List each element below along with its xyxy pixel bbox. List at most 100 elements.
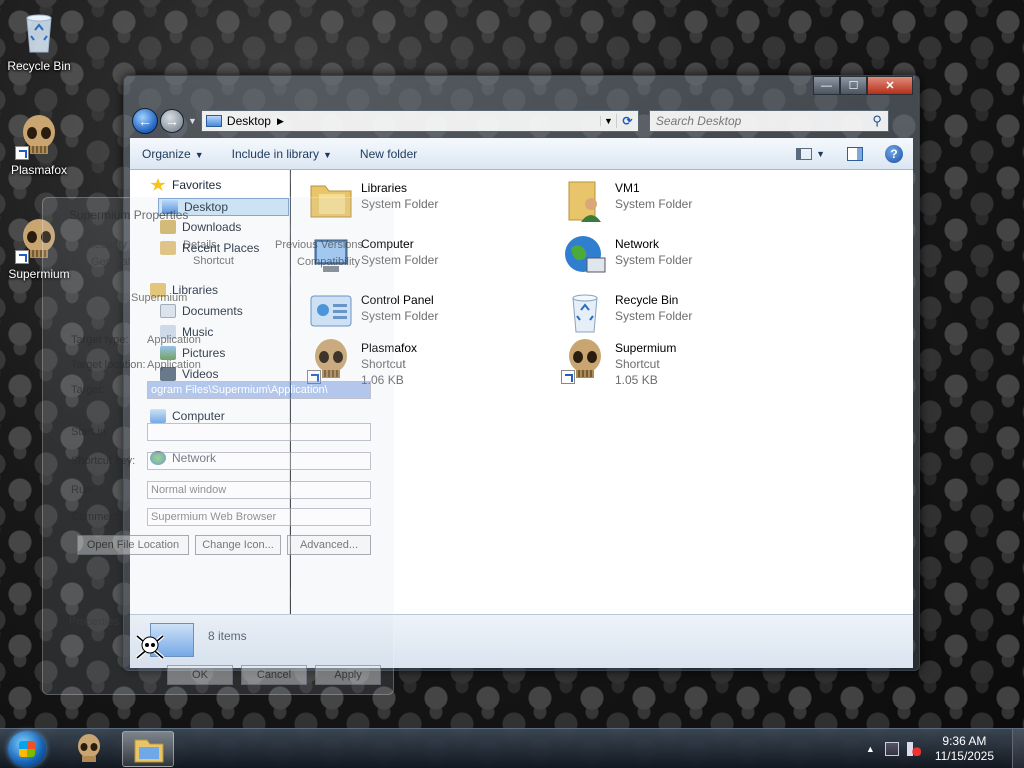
- search-placeholder: Search Desktop: [655, 114, 742, 128]
- item-type: System Folder: [615, 197, 693, 211]
- include-in-library-label: Include in library: [231, 146, 319, 161]
- list-item-supermium[interactable]: Supermium Shortcut 1.05 KB: [561, 336, 811, 388]
- label-target-type: Target type:: [71, 334, 129, 346]
- item-type: System Folder: [615, 309, 693, 323]
- apply-button[interactable]: Apply: [315, 665, 381, 685]
- clock-time: 9:36 AM: [942, 734, 987, 748]
- breadcrumb-chevron-icon[interactable]: ▶: [277, 116, 284, 127]
- system-tray: ▲ 9:36 AM 11/15/2025: [866, 729, 1024, 768]
- app-name: Supermium: [131, 292, 188, 304]
- help-icon[interactable]: ?: [885, 144, 903, 163]
- recent-pages-dropdown-icon[interactable]: ▼: [188, 116, 197, 126]
- recycle-bin-icon: [15, 8, 63, 56]
- open-file-location-button[interactable]: Open File Location: [77, 535, 189, 555]
- desktop-icon-recycle-bin[interactable]: Recycle Bin: [1, 8, 77, 73]
- list-item-network[interactable]: Network System Folder: [561, 232, 811, 280]
- item-name: Recycle Bin: [615, 293, 679, 307]
- new-folder-button[interactable]: New folder: [360, 147, 417, 161]
- view-options-dropdown-icon[interactable]: ▼: [816, 149, 825, 159]
- refresh-icon[interactable]: ⟳: [615, 114, 638, 128]
- search-icon[interactable]: ⚲: [872, 113, 882, 129]
- skull-icon: [561, 336, 609, 384]
- skull-icon: [15, 112, 63, 160]
- organize-button[interactable]: Organize ▼: [142, 147, 204, 161]
- shortcut-arrow-icon: [561, 370, 575, 384]
- label-target: Target:: [71, 384, 105, 396]
- network-icon: [561, 232, 609, 280]
- label-shortcut-key: Shortcut key:: [71, 455, 136, 467]
- value-target-location: Application: [147, 359, 201, 371]
- start-button[interactable]: [8, 731, 46, 767]
- chevron-down-icon: ▼: [194, 149, 204, 160]
- label-start-in: Start in:: [71, 426, 109, 438]
- search-input[interactable]: Search Desktop ⚲: [648, 110, 889, 132]
- tab-security[interactable]: Security: [87, 239, 127, 251]
- ok-button[interactable]: OK: [167, 665, 233, 685]
- properties-dialog[interactable]: Supermium Properties Security Details Pr…: [42, 197, 394, 695]
- change-icon-button[interactable]: Change Icon...: [195, 535, 281, 555]
- tab-shortcut[interactable]: Shortcut: [193, 255, 234, 267]
- desktop-icon-label: Plasmafox: [10, 163, 68, 177]
- desktop-icon-label: Recycle Bin: [7, 59, 71, 73]
- shortcut-key-field[interactable]: [147, 452, 371, 470]
- dialog-title: Supermium Properties: [69, 208, 189, 222]
- nav-label: Favorites: [172, 178, 222, 192]
- navigation-bar: ← → ▼ Desktop ▶ ▼ ⟳ Search Desktop ⚲: [132, 106, 911, 136]
- back-arrow-icon[interactable]: ←: [132, 108, 158, 134]
- include-in-library-button[interactable]: Include in library ▼: [232, 147, 332, 161]
- minimize-button[interactable]: —: [813, 76, 840, 95]
- list-item-recycle-bin[interactable]: Recycle Bin System Folder: [561, 288, 811, 336]
- address-dropdown-icon[interactable]: ▼: [599, 116, 616, 126]
- action-center-flag-icon[interactable]: [884, 742, 899, 756]
- chevron-down-icon: ▼: [323, 149, 332, 160]
- preview-pane-icon[interactable]: [847, 146, 863, 161]
- shortcut-arrow-icon: [15, 250, 29, 264]
- item-name: Network: [615, 237, 660, 251]
- item-name: VM1: [615, 181, 640, 195]
- item-size: 1.05 KB: [615, 373, 658, 387]
- comment-field[interactable]: Supermium Web Browser: [147, 508, 371, 526]
- label-comment: Comment:: [71, 511, 122, 523]
- desktop-location-icon: [205, 115, 222, 127]
- nav-favorites[interactable]: Favorites: [150, 178, 221, 192]
- target-field[interactable]: ogram Files\Supermium\Application\: [147, 381, 371, 399]
- start-in-field[interactable]: [147, 423, 371, 441]
- skull-crossbones-cursor-icon: [133, 630, 167, 664]
- taskbar-app-explorer[interactable]: [122, 731, 174, 767]
- shortcut-arrow-icon: [15, 146, 29, 160]
- address-bar[interactable]: Desktop ▶ ▼ ⟳: [200, 110, 639, 132]
- item-name: Libraries: [361, 181, 408, 195]
- item-type: System Folder: [615, 253, 693, 267]
- organize-label: Organize: [142, 146, 191, 161]
- value-target-type: Application: [147, 334, 201, 346]
- item-name: Supermium: [615, 341, 677, 355]
- breadcrumb-desktop[interactable]: Desktop: [227, 114, 271, 128]
- show-desktop-button[interactable]: [1012, 729, 1024, 768]
- volume-muted-icon[interactable]: [906, 742, 921, 756]
- tab-details[interactable]: Details: [183, 239, 217, 251]
- desktop-icon-plasmafox[interactable]: Plasmafox: [1, 112, 77, 177]
- run-select[interactable]: Normal window: [147, 481, 371, 499]
- user-folder-icon: [561, 176, 609, 224]
- taskbar: ▲ 9:36 AM 11/15/2025: [0, 728, 1024, 768]
- advanced-button[interactable]: Advanced...: [287, 535, 371, 555]
- clock[interactable]: 9:36 AM 11/15/2025: [935, 734, 994, 764]
- command-bar: Organize ▼ Include in library ▼ New folder…: [130, 138, 913, 170]
- label-run: Run:: [71, 484, 95, 496]
- maximize-button[interactable]: ☐: [840, 76, 867, 95]
- item-type: Shortcut: [615, 357, 660, 371]
- change-view-icon[interactable]: [796, 147, 813, 160]
- label-target-location: Target location:: [71, 359, 146, 371]
- tab-previous-versions[interactable]: Previous Versions: [275, 239, 363, 251]
- properties-overlay-label: Properties: [69, 616, 120, 628]
- tab-general[interactable]: General: [91, 256, 130, 268]
- forward-arrow-icon[interactable]: →: [160, 109, 184, 133]
- star-icon: [150, 178, 166, 191]
- show-hidden-icons-icon[interactable]: ▲: [866, 744, 875, 754]
- close-button[interactable]: ✕: [867, 76, 913, 95]
- tab-compatibility[interactable]: Compatibility: [297, 256, 360, 268]
- clock-date: 11/15/2025: [934, 749, 994, 763]
- cancel-button[interactable]: Cancel: [241, 665, 307, 685]
- taskbar-app-plasmafox[interactable]: [63, 731, 115, 767]
- list-item-vm1[interactable]: VM1 System Folder: [561, 176, 811, 224]
